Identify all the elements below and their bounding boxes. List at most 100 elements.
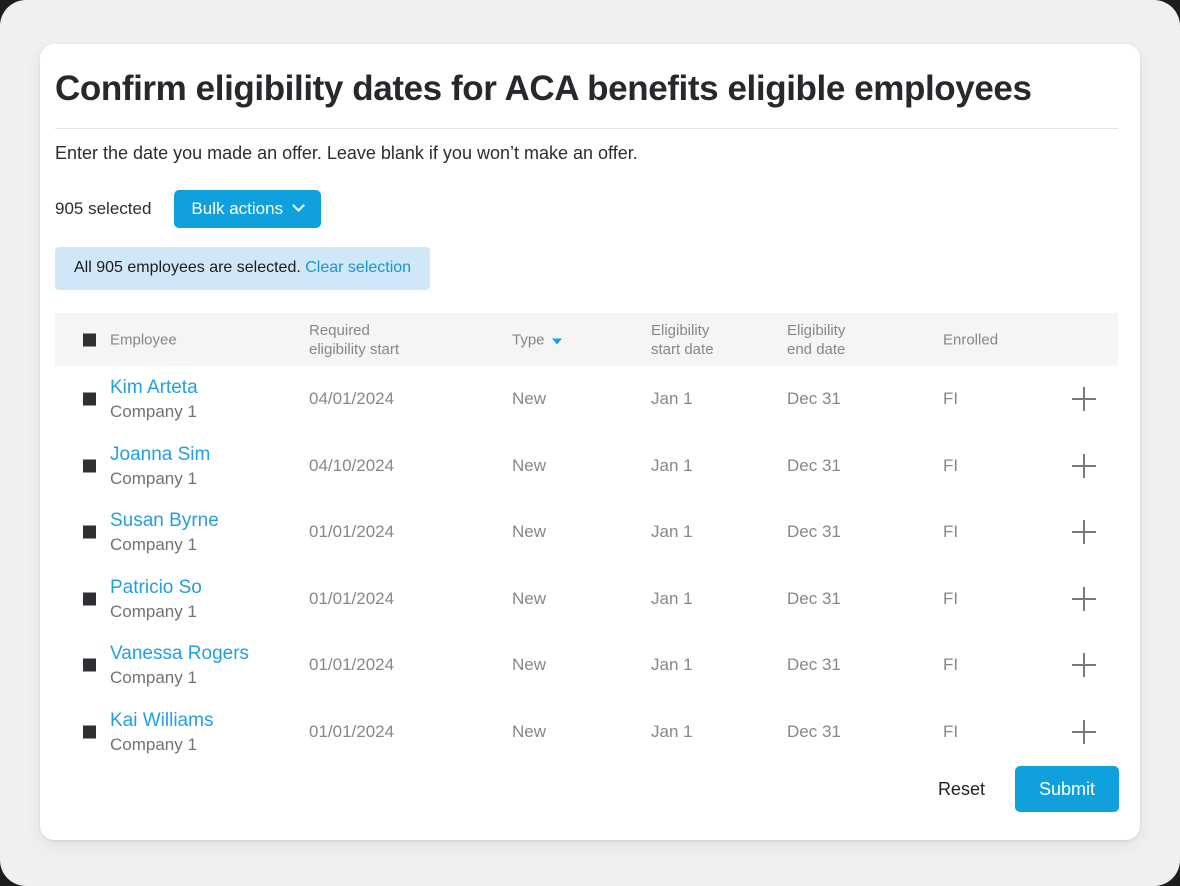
row-checkbox[interactable]: [83, 658, 96, 672]
eligibility-end-date-cell: Dec 31: [787, 522, 841, 542]
form-actions: Reset Submit: [934, 766, 1119, 812]
enrolled-cell: FI: [943, 455, 959, 475]
employee-company-label: Company 1: [110, 401, 197, 421]
select-all-checkbox[interactable]: [83, 333, 96, 346]
column-header-eligibility-end-line2: end date: [787, 340, 846, 358]
row-checkbox[interactable]: [83, 725, 96, 739]
eligibility-end-date-cell: Dec 31: [787, 655, 841, 675]
column-header-eligibility-start-line2: start date: [651, 340, 714, 358]
employee-name-link[interactable]: Kai Williams: [110, 710, 213, 732]
type-cell: New: [512, 655, 547, 675]
employee-company-label: Company 1: [110, 601, 197, 621]
enrolled-cell: FI: [943, 389, 959, 409]
required-eligibility-start-cell: 04/10/2024: [309, 455, 395, 475]
page-title: Confirm eligibility dates for ACA benefi…: [55, 69, 1032, 108]
employee-company-label: Company 1: [110, 534, 197, 554]
table-row: Joanna Sim Company 1 04/10/2024 New Jan 1 Dec…: [55, 432, 1118, 499]
column-header-eligibility-start-line1: Eligibility: [651, 321, 710, 339]
plus-icon[interactable]: [1072, 719, 1096, 744]
bulk-actions-label: Bulk actions: [191, 199, 284, 218]
employee-name-link[interactable]: Joanna Sim: [110, 444, 210, 466]
content-card: Confirm eligibility dates for ACA benefi…: [40, 44, 1140, 840]
select-all-banner: All 905 employees are selected. Clear se…: [55, 247, 431, 290]
eligibility-end-date-cell: Dec 31: [787, 721, 841, 741]
employee-name-link[interactable]: Susan Byrne: [110, 510, 219, 532]
employees-table: Employee Required eligibility start Type…: [55, 313, 1118, 765]
select-all-banner-text: All 905 employees are selected.: [74, 259, 301, 276]
column-header-enrolled[interactable]: Enrolled: [943, 330, 998, 349]
enrolled-cell: FI: [943, 655, 959, 675]
employee-company-label: Company 1: [110, 734, 197, 754]
type-cell: New: [512, 455, 547, 475]
table-header-row: Employee Required eligibility start Type…: [55, 313, 1118, 366]
column-header-eligibility-start-date[interactable]: Eligibility start date: [651, 321, 714, 359]
column-header-type[interactable]: Type: [512, 330, 562, 349]
page-subtitle: Enter the date you made an offer. Leave …: [55, 143, 638, 163]
row-checkbox[interactable]: [83, 392, 96, 406]
column-header-required-line2: eligibility start: [309, 340, 400, 358]
column-header-eligibility-end-line1: Eligibility: [787, 321, 846, 339]
employee-company-label: Company 1: [110, 468, 197, 488]
column-header-required-line1: Required: [309, 321, 370, 339]
employee-name-link[interactable]: Vanessa Rogers: [110, 643, 249, 665]
table-row: Susan Byrne Company 1 01/01/2024 New Jan 1 De…: [55, 499, 1118, 566]
eligibility-end-date-cell: Dec 31: [787, 389, 841, 409]
eligibility-start-date-cell: Jan 1: [651, 655, 693, 675]
title-divider: [55, 128, 1118, 129]
selected-count-label: 905 selected: [55, 199, 152, 218]
employee-cell: Joanna Sim Company 1: [110, 444, 210, 488]
eligibility-start-date-cell: Jan 1: [651, 721, 693, 741]
employee-cell: Susan Byrne Company 1: [110, 510, 219, 554]
row-checkbox[interactable]: [83, 525, 96, 539]
enrolled-cell: FI: [943, 721, 959, 741]
clear-selection-link[interactable]: Clear selection: [305, 259, 411, 276]
reset-button[interactable]: Reset: [934, 773, 989, 806]
column-header-employee[interactable]: Employee: [110, 330, 177, 349]
chevron-down-icon: [294, 201, 305, 212]
eligibility-start-date-cell: Jan 1: [651, 522, 693, 542]
eligibility-start-date-cell: Jan 1: [651, 389, 693, 409]
column-header-type-label: Type: [512, 331, 545, 348]
table-row: Vanessa Rogers Company 1 01/01/2024 New Jan …: [55, 632, 1118, 699]
submit-button[interactable]: Submit: [1014, 766, 1119, 812]
required-eligibility-start-cell: 01/01/2024: [309, 588, 395, 608]
required-eligibility-start-cell: 01/01/2024: [309, 522, 395, 542]
employee-cell: Vanessa Rogers Company 1: [110, 643, 249, 687]
bulk-actions-button[interactable]: Bulk actions: [174, 190, 322, 228]
plus-icon[interactable]: [1072, 586, 1096, 611]
table-row: Kim Arteta Company 1 04/01/2024 New Jan 1 Dec…: [55, 366, 1118, 433]
enrolled-cell: FI: [943, 588, 959, 608]
table-body: Kim Arteta Company 1 04/01/2024 New Jan 1 Dec…: [55, 366, 1118, 765]
type-cell: New: [512, 721, 547, 741]
column-header-eligibility-end-date[interactable]: Eligibility end date: [787, 321, 845, 359]
employee-cell: Patricio So Company 1: [110, 577, 202, 621]
type-cell: New: [512, 389, 547, 409]
employee-cell: Kai Williams Company 1: [110, 710, 213, 754]
column-header-required-eligibility-start[interactable]: Required eligibility start: [309, 321, 399, 359]
enrolled-cell: FI: [943, 522, 959, 542]
required-eligibility-start-cell: 04/01/2024: [309, 389, 395, 409]
row-checkbox[interactable]: [83, 592, 96, 606]
type-cell: New: [512, 588, 547, 608]
table-row: Kai Williams Company 1 01/01/2024 New Jan 1 D…: [55, 698, 1118, 765]
row-checkbox[interactable]: [83, 459, 96, 473]
eligibility-end-date-cell: Dec 31: [787, 455, 841, 475]
eligibility-start-date-cell: Jan 1: [651, 588, 693, 608]
selection-toolbar: 905 selected Bulk actions: [55, 190, 322, 228]
plus-icon[interactable]: [1072, 653, 1096, 678]
employee-cell: Kim Arteta Company 1: [110, 377, 198, 421]
plus-icon[interactable]: [1072, 520, 1096, 545]
table-row: Patricio So Company 1 01/01/2024 New Jan 1 De…: [55, 565, 1118, 632]
sort-descending-arrow-icon: [551, 338, 562, 345]
employee-company-label: Company 1: [110, 667, 197, 687]
required-eligibility-start-cell: 01/01/2024: [309, 721, 395, 741]
app-frame: Confirm eligibility dates for ACA benefi…: [0, 0, 1180, 886]
eligibility-end-date-cell: Dec 31: [787, 588, 841, 608]
employee-name-link[interactable]: Patricio So: [110, 577, 202, 599]
type-cell: New: [512, 522, 547, 542]
plus-icon[interactable]: [1072, 453, 1096, 478]
eligibility-start-date-cell: Jan 1: [651, 455, 693, 475]
required-eligibility-start-cell: 01/01/2024: [309, 655, 395, 675]
plus-icon[interactable]: [1072, 387, 1096, 412]
employee-name-link[interactable]: Kim Arteta: [110, 377, 198, 399]
